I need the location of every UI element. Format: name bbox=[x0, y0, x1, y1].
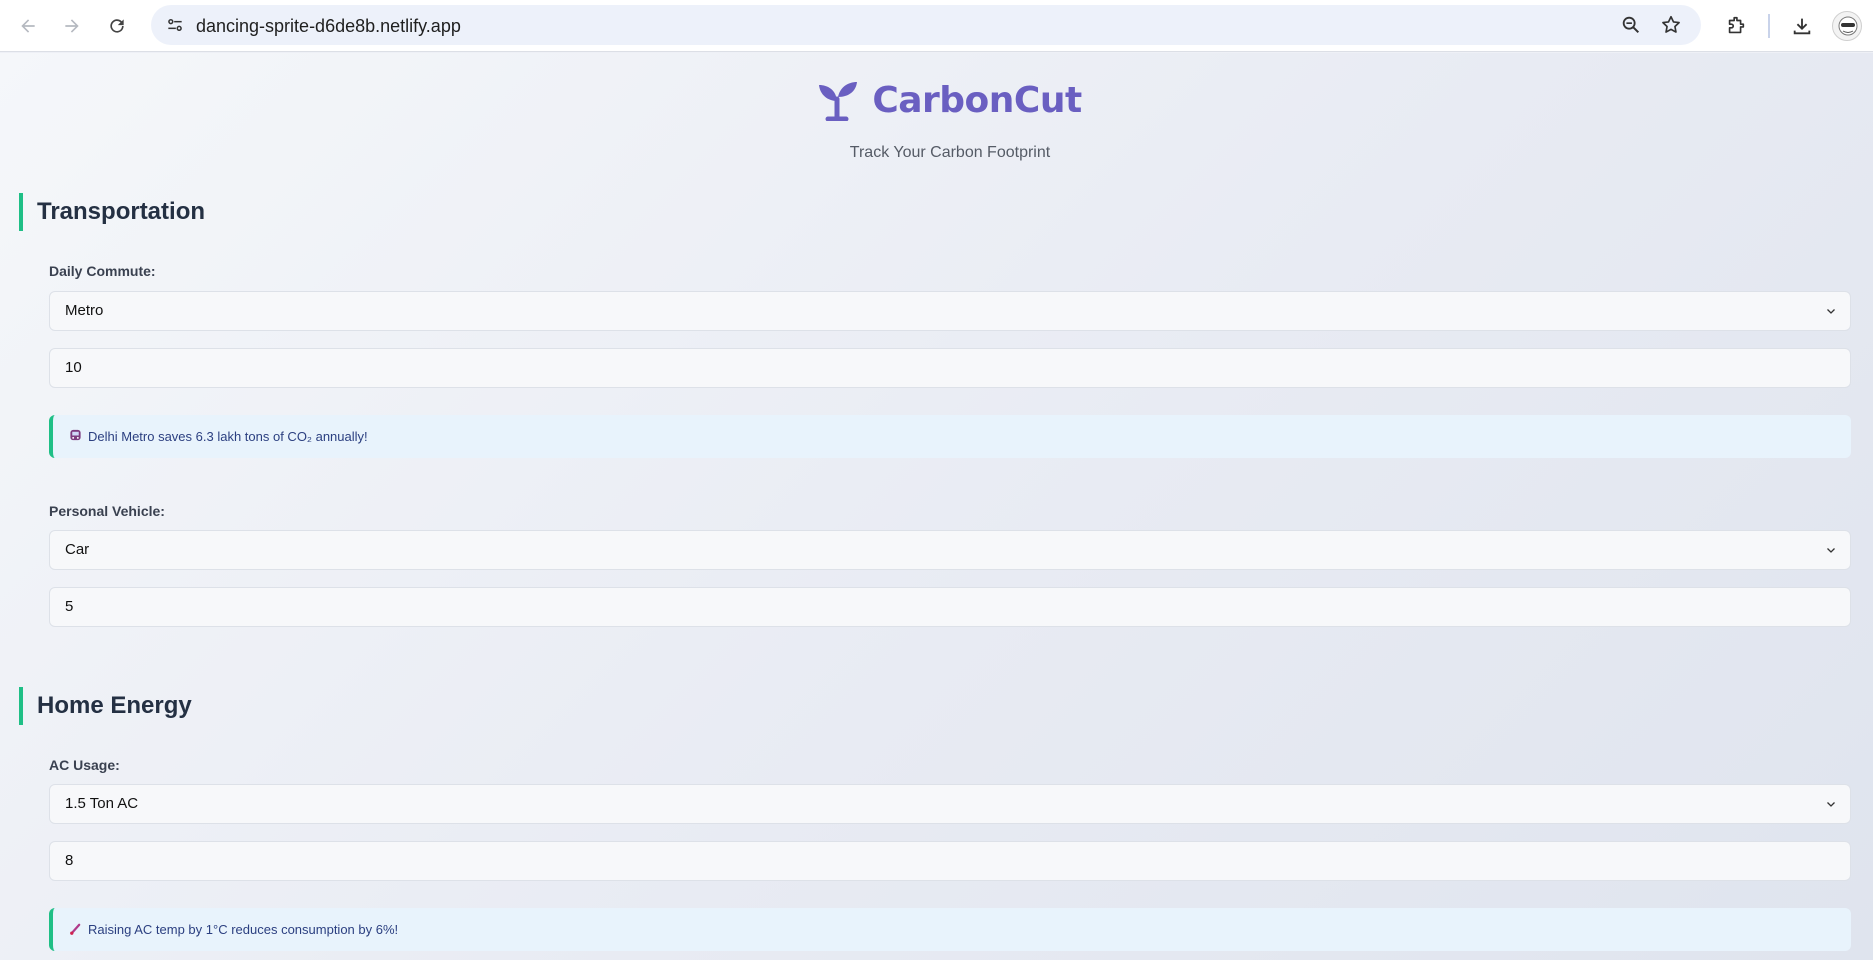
personal-vehicle-distance-value: 5 bbox=[65, 598, 74, 615]
ac-usage-hours-value: 8 bbox=[65, 852, 74, 869]
section-title-home-energy: Home Energy bbox=[19, 687, 192, 725]
toolbar-divider bbox=[1768, 14, 1770, 38]
address-bar[interactable]: dancing-sprite-d6de8b.netlify.app bbox=[151, 5, 1701, 45]
page-content: CarbonCut Track Your Carbon Footprint Tr… bbox=[0, 53, 1873, 960]
browser-toolbar: dancing-sprite-d6de8b.netlify.app bbox=[0, 0, 1873, 52]
daily-commute-label: Daily Commute: bbox=[49, 263, 156, 279]
section-title-transportation: Transportation bbox=[19, 193, 205, 231]
ac-usage-select[interactable]: 1.5 Ton AC bbox=[49, 784, 1851, 824]
site-info-icon[interactable] bbox=[161, 11, 189, 39]
seedling-icon bbox=[819, 82, 858, 121]
url-text[interactable]: dancing-sprite-d6de8b.netlify.app bbox=[196, 16, 461, 37]
ac-usage-selected: 1.5 Ton AC bbox=[65, 795, 139, 812]
personal-vehicle-select[interactable]: Car bbox=[49, 530, 1851, 570]
metro-emoji-icon bbox=[69, 416, 82, 459]
extensions-icon[interactable] bbox=[1722, 12, 1750, 40]
back-icon[interactable] bbox=[12, 10, 44, 42]
personal-vehicle-selected: Car bbox=[65, 541, 90, 558]
ac-tip-text: Raising AC temp by 1°C reduces consumpti… bbox=[88, 922, 399, 937]
metro-tip: Delhi Metro saves 6.3 lakh tons of CO₂ a… bbox=[49, 415, 1851, 458]
personal-vehicle-label: Personal Vehicle: bbox=[49, 503, 165, 519]
daily-commute-distance-input[interactable]: 10 bbox=[49, 348, 1851, 388]
ac-usage-label: AC Usage: bbox=[49, 757, 120, 773]
app-tagline: Track Your Carbon Footprint bbox=[849, 144, 1051, 161]
personal-vehicle-distance-input[interactable]: 5 bbox=[49, 587, 1851, 627]
reload-icon[interactable] bbox=[101, 10, 133, 42]
bookmark-star-icon[interactable] bbox=[1659, 13, 1683, 37]
zoom-icon[interactable] bbox=[1619, 13, 1643, 37]
app-title: CarbonCut bbox=[872, 79, 1082, 121]
ac-tip: Raising AC temp by 1°C reduces consumpti… bbox=[49, 908, 1851, 951]
ac-usage-hours-input[interactable]: 8 bbox=[49, 841, 1851, 881]
forward-icon[interactable] bbox=[56, 10, 88, 42]
brand-header: CarbonCut bbox=[0, 79, 1873, 121]
thermometer-emoji-icon bbox=[69, 909, 82, 952]
chevron-down-icon bbox=[1827, 548, 1835, 553]
chevron-down-icon bbox=[1827, 802, 1835, 807]
chevron-down-icon bbox=[1827, 309, 1835, 314]
daily-commute-select[interactable]: Metro bbox=[49, 291, 1851, 331]
download-icon[interactable] bbox=[1788, 12, 1816, 40]
metro-tip-text: Delhi Metro saves 6.3 lakh tons of CO₂ a… bbox=[88, 429, 368, 444]
profile-avatar[interactable] bbox=[1832, 11, 1862, 41]
daily-commute-distance-value: 10 bbox=[65, 359, 82, 376]
daily-commute-selected: Metro bbox=[65, 302, 104, 319]
